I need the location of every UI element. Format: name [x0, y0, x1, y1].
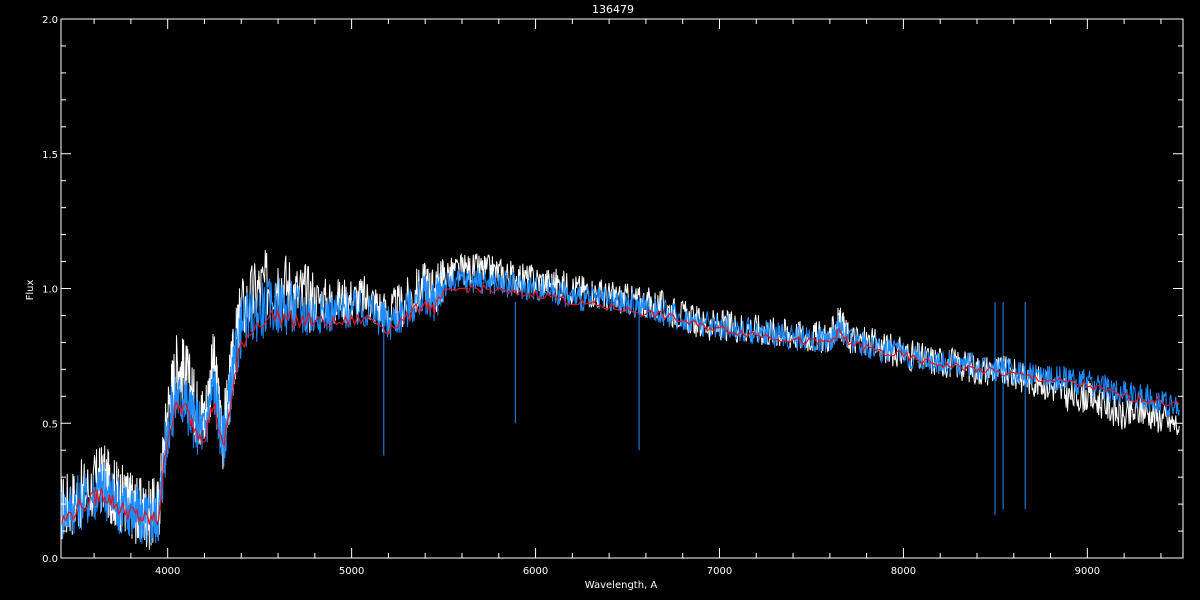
x-tick-label: 9000: [1075, 566, 1100, 577]
y-tick-label: 1.0: [42, 285, 58, 296]
y-axis-label: Flux: [25, 280, 36, 301]
x-tick-label: 4000: [155, 566, 180, 577]
x-tick-label: 6000: [523, 566, 548, 577]
y-tick-label: 1.5: [42, 150, 58, 161]
chart-background: [0, 0, 1200, 600]
y-tick-label: 0.5: [42, 419, 58, 430]
y-tick-label: 0.0: [42, 554, 58, 565]
x-axis-label: Wavelength, A: [585, 580, 658, 591]
x-tick-label: 7000: [707, 566, 732, 577]
chart-title: 136479: [592, 3, 634, 16]
x-tick-label: 8000: [891, 566, 916, 577]
y-tick-label: 2.0: [42, 15, 58, 26]
spectrum-chart: 136479 4000 5000 6000 7000 8000 9000 0.0 0.5 1.0…: [0, 0, 1200, 600]
x-tick-label: 5000: [339, 566, 364, 577]
